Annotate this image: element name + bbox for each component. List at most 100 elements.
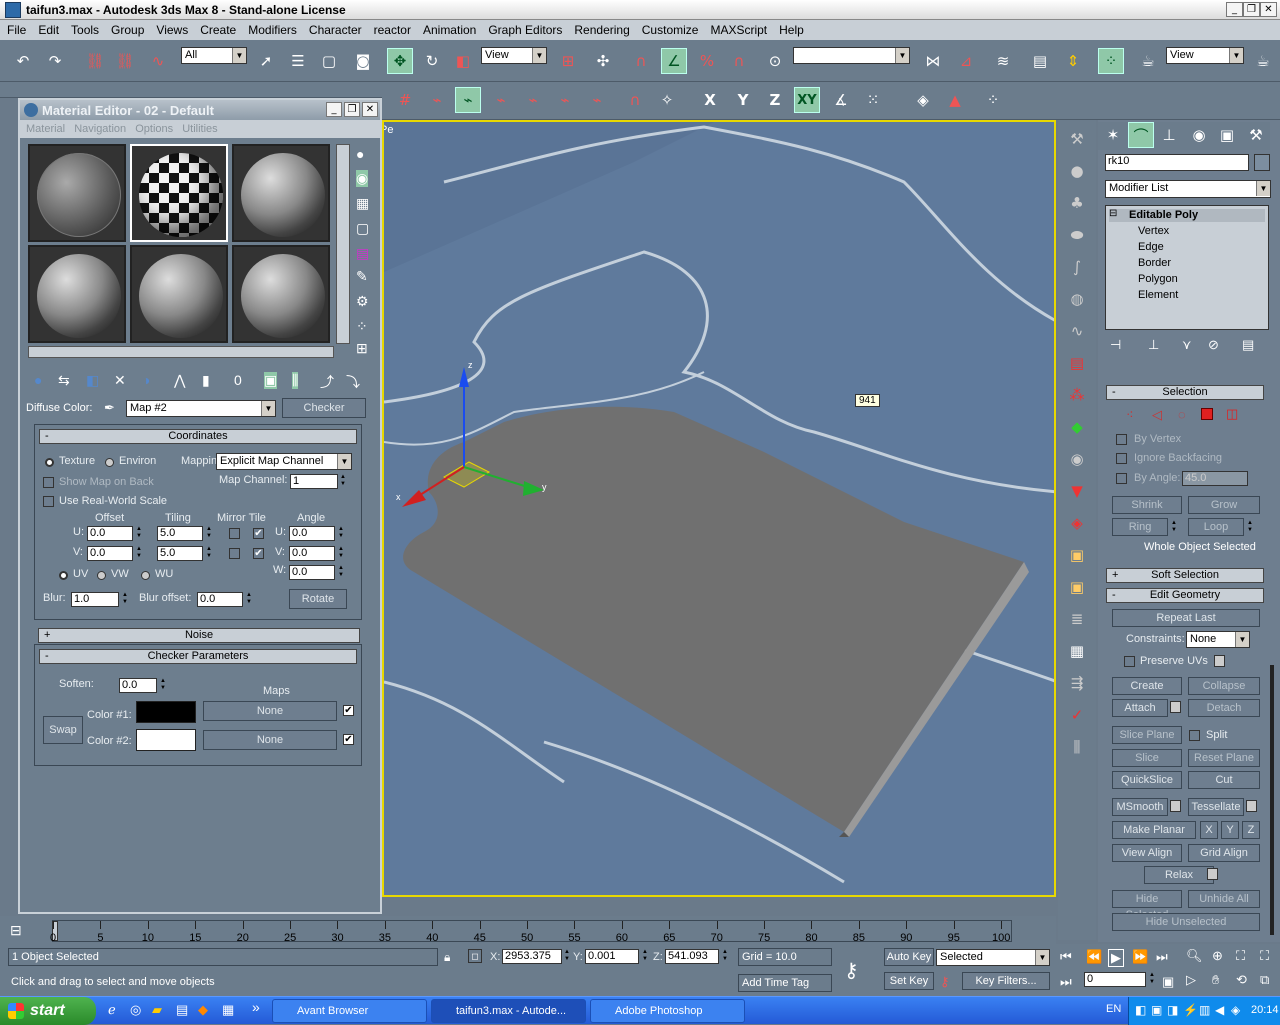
quicklaunch-icon[interactable]: ◆ bbox=[198, 1002, 208, 1018]
select-and-rotate-icon[interactable]: ↻ bbox=[419, 48, 445, 74]
named-selection-dropdown[interactable]: ▼ bbox=[793, 47, 910, 64]
z-coord-spinner[interactable] bbox=[721, 949, 729, 964]
sample-type-icon[interactable]: ● bbox=[356, 146, 364, 162]
tray-icon-4[interactable]: ⚡ bbox=[1183, 1003, 1198, 1017]
z-coord-field[interactable]: 541.093 bbox=[665, 949, 719, 964]
edit-geometry-rollout-header[interactable]: - Edit Geometry bbox=[1106, 588, 1264, 603]
slots-vertical-scrollbar[interactable] bbox=[336, 144, 350, 344]
add-time-tag[interactable]: Add Time Tag bbox=[738, 974, 832, 992]
u-tiling-spinner[interactable] bbox=[205, 526, 213, 541]
set-key-button[interactable]: Set Key bbox=[884, 972, 934, 990]
task-photoshop[interactable]: Adobe Photoshop bbox=[590, 999, 745, 1023]
quickslice-button[interactable]: QuickSlice bbox=[1112, 771, 1182, 789]
absolute-mode-icon[interactable]: ◻ bbox=[468, 949, 482, 963]
stack-item-editable-poly[interactable]: ⊟ Editable Poly bbox=[1109, 208, 1265, 222]
material-editor-titlebar[interactable]: Material Editor - 02 - Default _ ❐ ✕ bbox=[20, 100, 380, 120]
ball-icon[interactable]: ◍ bbox=[1064, 286, 1090, 312]
material-effects-channel-icon[interactable]: 0 bbox=[234, 372, 242, 388]
go-to-start-icon[interactable]: ⏮ bbox=[1060, 949, 1072, 965]
show-map-on-back-checkbox[interactable] bbox=[43, 477, 54, 488]
configure-modifier-icon[interactable]: ▤ bbox=[1242, 337, 1254, 353]
globe-icon[interactable]: ◉ bbox=[1064, 446, 1090, 472]
tube-icon[interactable]: ▤ bbox=[1064, 350, 1090, 376]
checker-icon[interactable]: ▦ bbox=[1064, 638, 1090, 664]
snap-midpoint-icon[interactable]: ⌁ bbox=[520, 87, 546, 113]
blur-spinner[interactable] bbox=[121, 592, 129, 607]
mated-maximize-button[interactable]: ❐ bbox=[344, 102, 360, 117]
menu-maxscript[interactable]: MAXScript bbox=[705, 23, 774, 37]
network-icon[interactable]: ▥ bbox=[1199, 1003, 1210, 1017]
ie-icon[interactable]: ℯ bbox=[108, 1002, 116, 1018]
environ-radio[interactable] bbox=[105, 458, 114, 467]
polygon-mode-icon[interactable] bbox=[1201, 408, 1213, 420]
show-end-result-icon[interactable]: ⊥ bbox=[1148, 337, 1159, 353]
dots-icon[interactable]: ⁂ bbox=[1064, 382, 1090, 408]
menu-graph-editors[interactable]: Graph Editors bbox=[483, 23, 569, 37]
slots-horizontal-scrollbar[interactable] bbox=[28, 346, 334, 358]
v-tiling-spinner[interactable] bbox=[205, 546, 213, 561]
tray-icon-5[interactable]: ◈ bbox=[1231, 1003, 1240, 1017]
render-frame-icon[interactable]: ▲ bbox=[942, 87, 968, 113]
previous-frame-icon[interactable]: ⏪ bbox=[1086, 949, 1102, 965]
redo-icon[interactable]: ↷ bbox=[42, 48, 68, 74]
render-type-dropdown[interactable]: View ▼ bbox=[1166, 47, 1244, 64]
map-channel-spinner[interactable] bbox=[339, 474, 347, 489]
select-by-name-icon[interactable]: ☰ bbox=[285, 48, 311, 74]
u-mirror-checkbox[interactable] bbox=[229, 528, 240, 539]
u-tile-checkbox[interactable]: ✔ bbox=[253, 528, 264, 539]
v-tiling-field[interactable]: 5.0 bbox=[157, 546, 203, 561]
uv-tiling-icon[interactable]: ▢ bbox=[356, 220, 369, 237]
percent-snap-icon[interactable]: % bbox=[694, 48, 720, 74]
uv-radio[interactable] bbox=[59, 571, 68, 580]
color2-map-checkbox[interactable]: ✔ bbox=[343, 734, 354, 745]
explorer-icon[interactable]: ◎ bbox=[130, 1002, 141, 1018]
start-button[interactable]: start bbox=[0, 997, 96, 1025]
window-crossing-icon[interactable]: ◙ bbox=[350, 48, 376, 74]
current-frame-spinner[interactable] bbox=[1148, 972, 1156, 987]
tray-icon-1[interactable]: ◧ bbox=[1135, 1003, 1146, 1017]
task-3dsmax[interactable]: taifun3.max - Autode... bbox=[431, 999, 586, 1023]
planar-z-button[interactable]: Z bbox=[1242, 821, 1260, 839]
collapse-button[interactable]: Collapse bbox=[1188, 677, 1260, 695]
noise-rollout-header[interactable]: + Noise bbox=[38, 628, 360, 643]
track-bar-toggle-icon[interactable]: ⊟ bbox=[10, 922, 22, 939]
soften-field[interactable]: 0.0 bbox=[119, 678, 157, 693]
layer-manager-icon[interactable]: ≋ bbox=[990, 48, 1016, 74]
zoom-extents-all-icon[interactable]: ⛶ bbox=[1260, 948, 1269, 964]
slice-button[interactable]: Slice bbox=[1112, 749, 1182, 767]
key-mode-toggle-icon[interactable]: ⏭ bbox=[1060, 974, 1072, 990]
show-map-in-viewport-icon[interactable]: ▣ bbox=[264, 372, 278, 389]
map-channel-field[interactable]: 1 bbox=[290, 474, 338, 489]
viewport-label[interactable]: Pe bbox=[384, 124, 393, 136]
go-to-parent-icon[interactable]: ⤴ bbox=[320, 372, 334, 392]
modifier-list-dropdown[interactable]: Modifier List ▼ bbox=[1105, 180, 1271, 198]
set-key-icon[interactable]: ⚷ bbox=[940, 974, 950, 990]
hierarchy-tab-icon[interactable]: ⊥ bbox=[1156, 122, 1182, 148]
blur-offset-field[interactable]: 0.0 bbox=[197, 592, 243, 607]
maximize-viewport-icon[interactable]: ⧉ bbox=[1260, 972, 1269, 988]
snap-endpoint-icon[interactable]: ⌁ bbox=[488, 87, 514, 113]
view-align-button[interactable]: View Align bbox=[1112, 844, 1182, 862]
loop-spinner[interactable] bbox=[1246, 520, 1254, 535]
undo-icon[interactable]: ↶ bbox=[10, 48, 36, 74]
grid-align-button[interactable]: Grid Align bbox=[1188, 844, 1260, 862]
u-offset-field[interactable]: 0.0 bbox=[87, 526, 133, 541]
attach-button[interactable]: Attach bbox=[1112, 699, 1168, 717]
motion-tab-icon[interactable]: ◉ bbox=[1186, 122, 1212, 148]
sample-slot-6[interactable] bbox=[232, 245, 330, 343]
sample-slot-5[interactable] bbox=[130, 245, 228, 343]
pan-icon[interactable]: ✋︎ bbox=[1212, 972, 1219, 988]
time-config-icon[interactable]: ▣ bbox=[1162, 974, 1174, 990]
map-type-button[interactable]: Checker bbox=[282, 398, 366, 418]
select-manipulate-icon[interactable]: ✣ bbox=[590, 48, 616, 74]
lamp-icon[interactable]: ♣ bbox=[1064, 190, 1090, 216]
tray-icon-2[interactable]: ▣ bbox=[1151, 1003, 1162, 1017]
create-tab-icon[interactable]: ✶ bbox=[1100, 122, 1126, 148]
teapot-icon[interactable]: ◈ bbox=[910, 87, 936, 113]
border-mode-icon[interactable]: ◌ bbox=[1178, 407, 1186, 422]
menu-tools[interactable]: Tools bbox=[66, 23, 106, 37]
field-of-view-icon[interactable]: ▷ bbox=[1186, 972, 1196, 988]
rectangular-selection-icon[interactable]: ▢ bbox=[316, 48, 342, 74]
lattice-icon[interactable]: ◈ bbox=[1064, 510, 1090, 536]
unlink-icon[interactable]: ⛓ bbox=[112, 48, 138, 74]
